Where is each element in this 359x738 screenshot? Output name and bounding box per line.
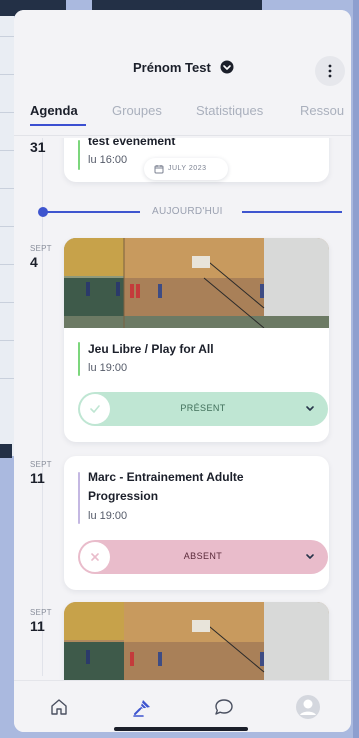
month-chip: JULY 2023 [144,158,228,180]
background-edge [353,0,359,738]
nav-home[interactable] [45,693,73,721]
tab-agenda[interactable]: Agenda [30,103,78,118]
today-marker: AUJOURD'HUI [36,205,351,219]
active-tab-indicator [30,124,86,126]
tabs-divider [14,135,351,136]
event-date-day: 4 [30,254,38,270]
status-label: PRÉSENT [180,403,226,413]
event-title-line1: Marc - Entrainement Adulte [88,470,244,484]
profile-avatar-icon [296,695,320,719]
event-date-month: SEPT [30,460,52,469]
event-title: Jeu Libre / Play for All [88,342,214,356]
event-accent-bar [78,140,80,170]
event-time: lu 16:00 [88,154,128,166]
event-date-day: 11 [30,470,45,486]
event-time: lu 19:00 [88,510,128,522]
event-date-day: 11 [30,618,45,634]
today-label: AUJOURD'HUI [152,206,223,217]
gym-photo [64,602,329,692]
gym-photo [64,238,329,328]
phone-screen: 31 test événement lu 16:00 JULY 2023 AUJ… [14,10,351,732]
event-title-line2: Progression [88,489,159,503]
event-accent-bar [78,472,80,524]
chevron-down-icon [306,554,314,559]
bottom-navigation [14,680,351,732]
tab-statistiques[interactable]: Statistiques [196,103,263,118]
event-date: SEPT 11 [30,460,60,486]
user-name: Prénom Test [133,60,211,75]
month-chip-label: JULY 2023 [168,165,207,172]
background-list [0,16,14,456]
today-line [242,211,342,213]
badminton-shuttlecock-icon [133,700,150,717]
status-label: ABSENT [183,551,223,561]
nav-agenda[interactable] [128,693,156,721]
chevron-down-icon [306,406,314,411]
event-card-marc-entrainement[interactable]: Marc - Entrainement Adulte Progression l… [64,456,329,590]
tab-bar: Agenda Groupes Statistiques Ressou [14,100,351,130]
background-arrow [172,0,186,9]
event-time: lu 19:00 [88,362,128,374]
home-indicator [114,727,248,731]
chevron-circle-down-icon [220,60,234,74]
event-card-jeu-libre[interactable]: Jeu Libre / Play for All lu 19:00 PRÉSEN… [64,238,329,442]
background-panel [0,444,12,458]
chat-bubble-icon [215,699,233,715]
event-date: SEPT 11 [30,608,60,634]
more-options-button[interactable] [315,56,345,86]
attendance-status-present[interactable]: PRÉSENT [78,392,328,426]
today-line [46,211,140,213]
home-icon [51,699,67,715]
event-date-month: SEPT [30,244,52,253]
event-date-day: 31 [30,139,46,155]
event-accent-bar [78,342,80,376]
calendar-icon [154,165,164,174]
nav-profile[interactable] [294,693,322,721]
event-date: 31 [30,138,60,155]
kebab-menu-icon [328,64,332,78]
tab-ressources[interactable]: Ressou [300,103,344,118]
event-date: SEPT 4 [30,244,60,270]
tab-groupes[interactable]: Groupes [112,103,162,118]
attendance-status-absent[interactable]: ABSENT [78,540,328,574]
app-header: Prénom Test Agenda Groupes Statistiques … [14,10,351,138]
event-date-month: SEPT [30,608,52,617]
nav-messages[interactable] [210,693,238,721]
user-switcher[interactable]: Prénom Test [14,56,351,80]
